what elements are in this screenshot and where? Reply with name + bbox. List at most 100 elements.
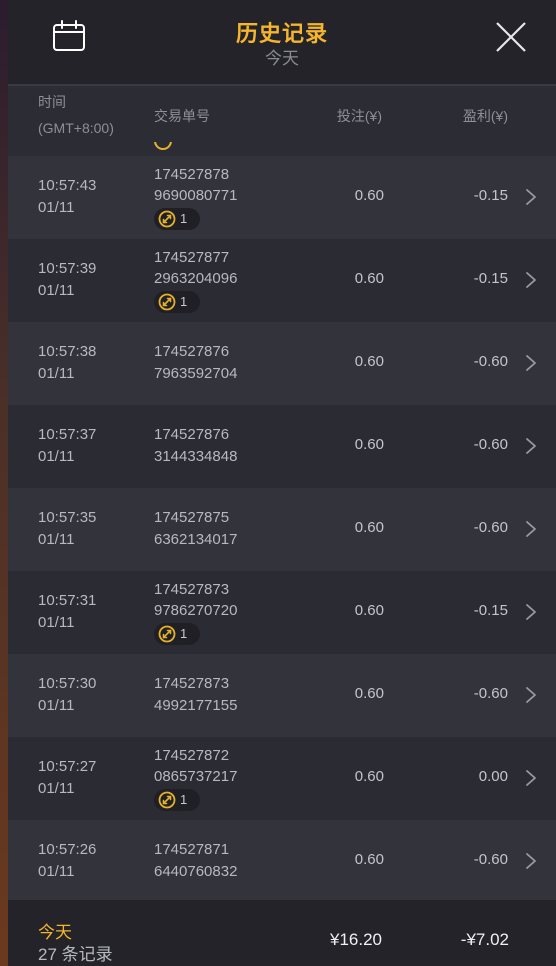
- free-spin-badge: 1: [154, 789, 200, 811]
- list-item-partial: [8, 142, 556, 156]
- row-order-id-part1: 174527873: [154, 675, 230, 692]
- chevron-right-icon[interactable]: [524, 271, 538, 289]
- list-item[interactable]: 10:57:26 01/11 174527871 6440760832 0.60 -0.6…: [8, 820, 556, 903]
- row-time: 10:57:27: [38, 758, 97, 775]
- row-time: 10:57:39: [38, 260, 97, 277]
- list-item[interactable]: 10:57:31 01/11 174527873 9786270720 0.60 -0.1…: [8, 571, 556, 654]
- row-order-id-part1: 174527878: [154, 166, 230, 183]
- row-profit: -0.60: [473, 685, 508, 702]
- chevron-right-icon[interactable]: [524, 520, 538, 538]
- free-spin-icon: [158, 293, 176, 311]
- row-profit: -0.15: [473, 270, 508, 287]
- row-time: 10:57:31: [38, 592, 97, 609]
- row-profit: -0.60: [473, 436, 508, 453]
- row-time: 10:57:38: [38, 343, 97, 360]
- row-profit: -0.15: [473, 187, 508, 204]
- row-date: 01/11: [38, 697, 75, 714]
- summary-footer: 今天 27 条记录 ¥16.20 -¥7.02: [8, 900, 556, 966]
- list-item[interactable]: 10:57:43 01/11 174527878 9690080771 0.60 -0.1…: [8, 156, 556, 239]
- row-order-id-part1: 174527873: [154, 581, 230, 598]
- row-order-id-part2: 9690080771: [154, 187, 238, 204]
- close-icon[interactable]: [494, 20, 528, 54]
- free-spin-icon: [158, 791, 176, 809]
- chevron-right-icon[interactable]: [524, 603, 538, 621]
- row-time: 10:57:37: [38, 426, 97, 443]
- row-bet: 0.60: [354, 685, 384, 702]
- list-item[interactable]: 10:57:35 01/11 174527875 6362134017 0.60 -0.6…: [8, 488, 556, 571]
- row-bet: 0.60: [354, 353, 384, 370]
- row-order-id-part2: 0865737217: [154, 768, 238, 785]
- row-order-id-part2: 4992177155: [154, 697, 238, 714]
- row-order-id-part2: 3144334848: [154, 448, 238, 465]
- row-bet: 0.60: [354, 519, 384, 536]
- col-time-label: 时间: [38, 94, 66, 110]
- free-spin-badge: 1: [154, 623, 200, 645]
- row-bet: 0.60: [354, 187, 384, 204]
- col-bet: 投注(¥): [336, 108, 382, 124]
- free-spin-count: 1: [180, 792, 188, 807]
- row-bet: 0.60: [354, 768, 384, 785]
- row-order-id-part2: 2963204096: [154, 270, 238, 287]
- row-bet: 0.60: [354, 851, 384, 868]
- free-spin-count: 1: [180, 211, 188, 226]
- row-order-id-part1: 174527872: [154, 747, 230, 764]
- list-item[interactable]: 10:57:37 01/11 174527876 3144334848 0.60 -0.6…: [8, 405, 556, 488]
- free-spin-badge: 1: [154, 291, 200, 313]
- chevron-right-icon[interactable]: [524, 852, 538, 870]
- row-date: 01/11: [38, 365, 75, 382]
- row-date: 01/11: [38, 282, 75, 299]
- row-order-id-part1: 174527875: [154, 509, 230, 526]
- row-date: 01/11: [38, 199, 75, 216]
- row-order-id-part1: 174527877: [154, 249, 230, 266]
- list-item[interactable]: 10:57:27 01/11 174527872 0865737217 0.60 0.00…: [8, 737, 556, 820]
- list-item[interactable]: 10:57:30 01/11 174527873 4992177155 0.60 -0.6…: [8, 654, 556, 737]
- header: 历史记录 今天: [8, 0, 556, 84]
- chevron-right-icon[interactable]: [524, 188, 538, 206]
- row-order-id-part1: 174527876: [154, 426, 230, 443]
- row-time: 10:57:43: [38, 177, 97, 194]
- chevron-right-icon[interactable]: [524, 354, 538, 372]
- chevron-right-icon[interactable]: [524, 769, 538, 787]
- column-header: 时间 (GMT+8:00) 交易单号 投注(¥) 盈利(¥): [8, 84, 556, 142]
- row-order-id-part2: 7963592704: [154, 365, 238, 382]
- free-spin-count: 1: [180, 626, 188, 641]
- row-order-id-part1: 174527876: [154, 343, 230, 360]
- col-order-id: 交易单号: [154, 108, 210, 124]
- row-bet: 0.60: [354, 602, 384, 619]
- free-spin-icon: [158, 625, 176, 643]
- list-item[interactable]: 10:57:38 01/11 174527876 7963592704 0.60 -0.6…: [8, 322, 556, 405]
- row-profit: -0.15: [473, 602, 508, 619]
- history-panel: 历史记录 今天 时间 (GMT+8:00) 交易单号 投注(¥) 盈利(¥) 1…: [8, 0, 556, 966]
- free-spin-icon: [154, 142, 172, 150]
- row-date: 01/11: [38, 614, 75, 631]
- row-profit: 0.00: [478, 768, 508, 785]
- row-profit: -0.60: [473, 519, 508, 536]
- row-date: 01/11: [38, 531, 75, 548]
- chevron-right-icon[interactable]: [524, 686, 538, 704]
- free-spin-badge: 1: [154, 208, 200, 230]
- row-bet: 0.60: [354, 270, 384, 287]
- row-time: 10:57:26: [38, 841, 97, 858]
- row-time: 10:57:35: [38, 509, 97, 526]
- history-list: 10:57:43 01/11 174527878 9690080771 0.60 -0.1…: [8, 142, 556, 903]
- total-profit: -¥7.02: [460, 930, 509, 949]
- row-time: 10:57:30: [38, 675, 97, 692]
- row-bet: 0.60: [354, 436, 384, 453]
- row-order-id-part2: 6362134017: [154, 531, 238, 548]
- col-profit: 盈利(¥): [462, 108, 508, 124]
- free-spin-count: 1: [180, 294, 188, 309]
- list-item[interactable]: 10:57:39 01/11 174527877 2963204096 0.60 -0.1…: [8, 239, 556, 322]
- col-time-zone: (GMT+8:00): [38, 120, 114, 136]
- row-date: 01/11: [38, 863, 75, 880]
- row-order-id-part1: 174527871: [154, 841, 230, 858]
- row-order-id-part2: 6440760832: [154, 863, 238, 880]
- free-spin-icon: [158, 210, 176, 228]
- row-date: 01/11: [38, 780, 75, 797]
- row-profit: -0.60: [473, 851, 508, 868]
- chevron-right-icon[interactable]: [524, 437, 538, 455]
- record-count: 27 条记录: [38, 945, 113, 964]
- total-bet: ¥16.20: [330, 930, 382, 949]
- row-date: 01/11: [38, 448, 75, 465]
- row-order-id-part2: 9786270720: [154, 602, 238, 619]
- page-subtitle: 今天: [265, 49, 299, 68]
